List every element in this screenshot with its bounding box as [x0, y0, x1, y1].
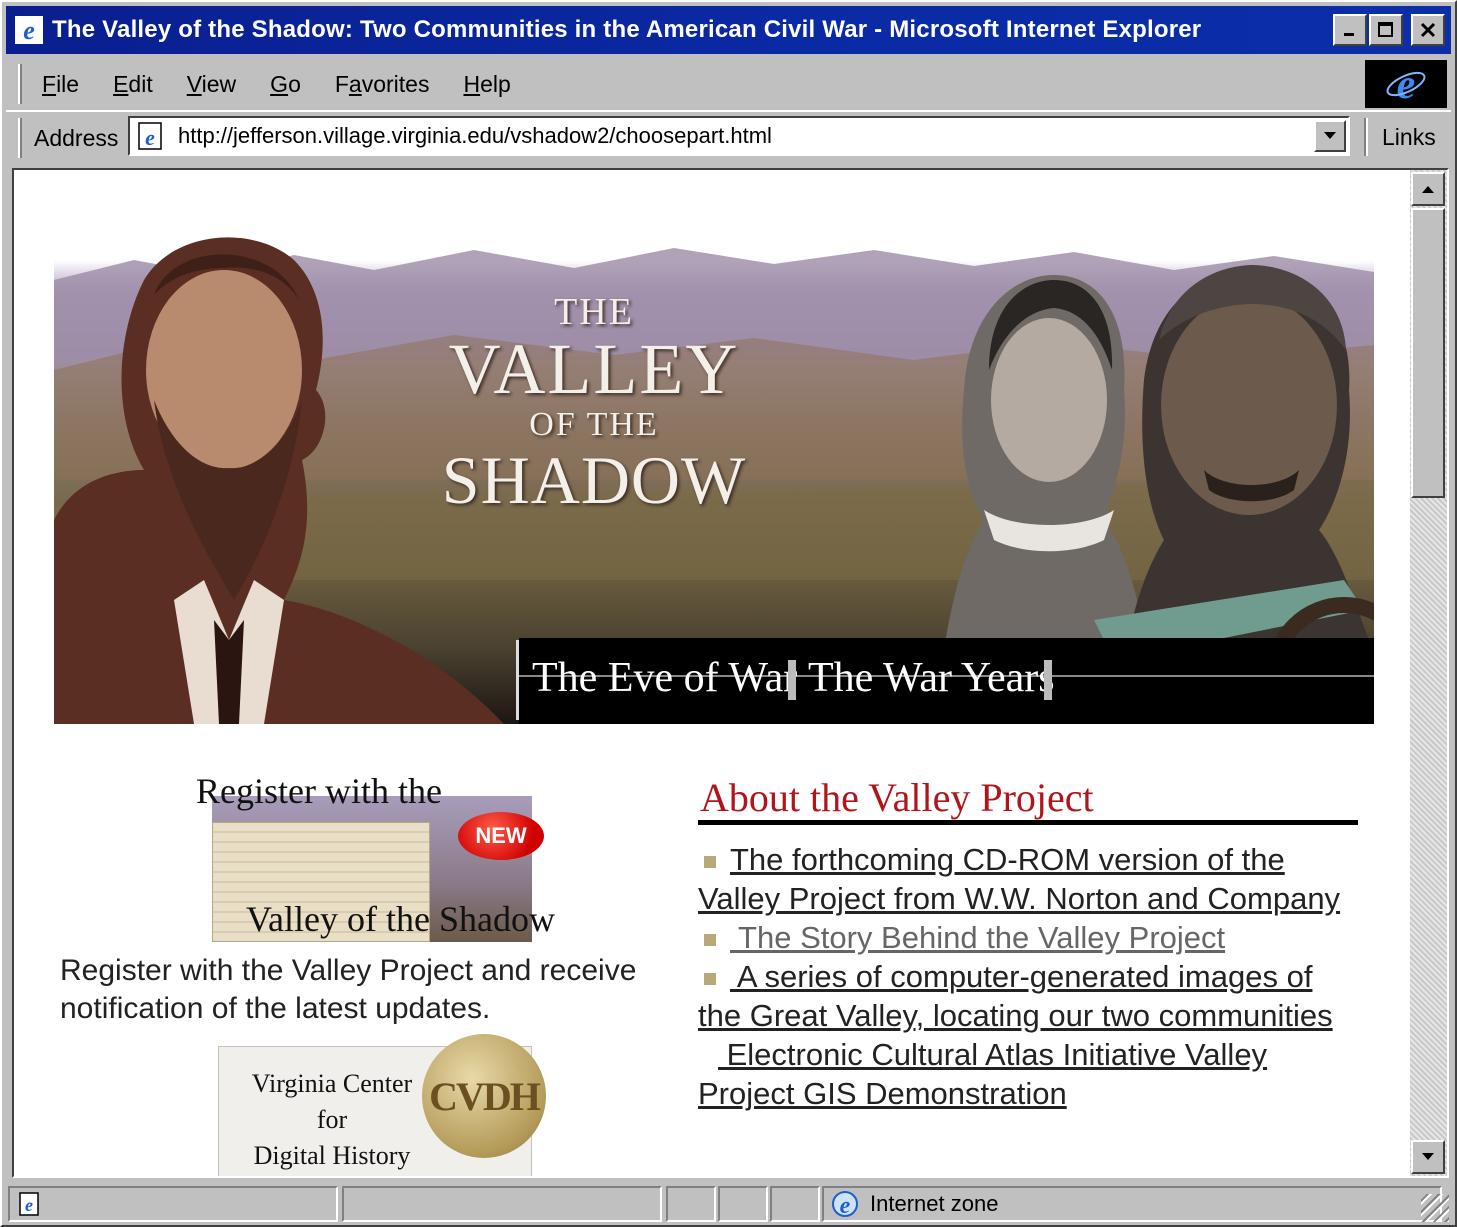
about-links-list: The forthcoming CD-ROM version of the Va…	[698, 840, 1358, 1113]
about-heading: About the Valley Project	[700, 775, 1094, 820]
vcdh-name: Virginia Center for Digital History	[232, 1066, 432, 1174]
nav-link-war-years[interactable]: The War Years	[808, 654, 1055, 702]
menu-go[interactable]: Go	[270, 71, 301, 98]
bullet-icon	[704, 855, 716, 868]
scroll-down-button[interactable]	[1411, 1140, 1445, 1174]
zone-label: Internet zone	[870, 1191, 999, 1216]
links-separator	[1364, 118, 1368, 156]
vcdh-line1: Virginia Center	[251, 1069, 413, 1098]
about-item-ecai: Electronic Cultural Atlas Initiative Val…	[698, 1035, 1358, 1113]
register-image-subtitle[interactable]: Valley of the Shadow	[246, 898, 555, 940]
address-input[interactable]: e http://jefferson.village.virginia.edu/…	[128, 116, 1350, 156]
toolbar-grip[interactable]	[18, 64, 22, 104]
status-panel-3	[770, 1186, 820, 1222]
ie-throbber-icon: e	[1365, 60, 1447, 108]
menu-file[interactable]: File	[42, 71, 79, 98]
nav-separator	[788, 660, 796, 700]
status-page-icon: e	[19, 1192, 39, 1216]
nav-divider-left	[516, 640, 519, 720]
maximize-button[interactable]	[1369, 14, 1403, 46]
address-url[interactable]: http://jefferson.village.virginia.edu/vs…	[178, 123, 772, 149]
about-divider	[698, 820, 1358, 825]
vcdh-line3: Digital History	[253, 1141, 411, 1170]
svg-text:e: e	[145, 125, 155, 150]
svg-text:e: e	[1397, 62, 1416, 106]
internet-zone-icon: e	[832, 1191, 858, 1219]
scroll-up-button[interactable]	[1411, 172, 1445, 206]
link-images[interactable]: A series of computer-generated images of…	[698, 959, 1333, 1033]
browser-window: e The Valley of the Shadow: Two Communit…	[0, 0, 1457, 1227]
status-panel-2	[718, 1186, 768, 1222]
banner-title-the: THE	[554, 291, 634, 333]
ie-app-icon[interactable]: e	[12, 13, 46, 47]
menu-edit[interactable]: Edit	[113, 71, 153, 98]
svg-text:e: e	[840, 1193, 851, 1219]
banner-title-shadow: SHADOW	[441, 442, 747, 518]
links-button[interactable]: Links	[1382, 124, 1436, 151]
bullet-icon	[704, 933, 716, 946]
about-item-cdrom: The forthcoming CD-ROM version of the Va…	[698, 840, 1358, 918]
scroll-thumb[interactable]	[1411, 208, 1445, 498]
bullet-icon	[704, 972, 716, 985]
vcdh-line2: for	[316, 1105, 348, 1134]
resize-grip[interactable]	[1421, 1194, 1449, 1222]
banner-title-of-the: OF THE	[529, 406, 659, 443]
status-zone-panel: e Internet zone	[822, 1186, 1442, 1222]
new-badge: NEW	[458, 812, 544, 860]
menu-help[interactable]: Help	[463, 71, 510, 98]
page-icon: e	[134, 120, 166, 152]
menu-view[interactable]: View	[187, 71, 236, 98]
menu-favorites[interactable]: Favorites	[335, 71, 430, 98]
register-heading[interactable]: Register with the	[196, 770, 442, 812]
link-cdrom[interactable]: The forthcoming CD-ROM version of the Va…	[698, 842, 1340, 916]
close-button[interactable]	[1411, 14, 1445, 46]
link-story[interactable]: The Story Behind the Valley Project	[730, 920, 1225, 955]
status-main-panel: e	[8, 1186, 338, 1222]
address-bar: Address e http://jefferson.village.virgi…	[6, 110, 1451, 164]
nav-separator-end	[1044, 660, 1052, 700]
svg-text:e: e	[23, 16, 35, 45]
banner-title: THE VALLEY OF THE SHADOW	[414, 290, 774, 514]
about-item-story: The Story Behind the Valley Project	[698, 918, 1358, 957]
about-item-images: A series of computer-generated images of…	[698, 957, 1358, 1035]
status-bar: e e Internet zone	[6, 1184, 1451, 1224]
link-ecai[interactable]: Electronic Cultural Atlas Initiative Val…	[698, 1037, 1267, 1111]
menu-bar: File Edit View Go Favorites Help e	[6, 58, 1451, 110]
web-page: THE VALLEY OF THE SHADOW The Eve of War …	[14, 170, 1410, 1176]
address-grip[interactable]	[18, 118, 22, 158]
svg-text:e: e	[25, 1195, 33, 1215]
window-title: The Valley of the Shadow: Two Communitie…	[52, 16, 1202, 43]
content-frame: THE VALLEY OF THE SHADOW The Eve of War …	[12, 168, 1449, 1178]
address-label: Address	[34, 124, 119, 151]
minimize-button[interactable]	[1333, 14, 1367, 46]
nav-link-eve-of-war[interactable]: The Eve of War	[532, 654, 797, 702]
status-progress-panel	[342, 1186, 662, 1222]
address-dropdown-button[interactable]	[1314, 120, 1346, 152]
banner-title-valley: VALLEY	[448, 329, 740, 409]
valley-banner: THE VALLEY OF THE SHADOW The Eve of War …	[54, 220, 1374, 724]
vertical-scrollbar[interactable]	[1410, 170, 1447, 1176]
register-description: Register with the Valley Project and rec…	[60, 954, 637, 1025]
title-bar[interactable]: e The Valley of the Shadow: Two Communit…	[6, 6, 1451, 54]
vcdh-seal-icon: CVDH	[422, 1034, 546, 1158]
status-panel-1	[666, 1186, 716, 1222]
